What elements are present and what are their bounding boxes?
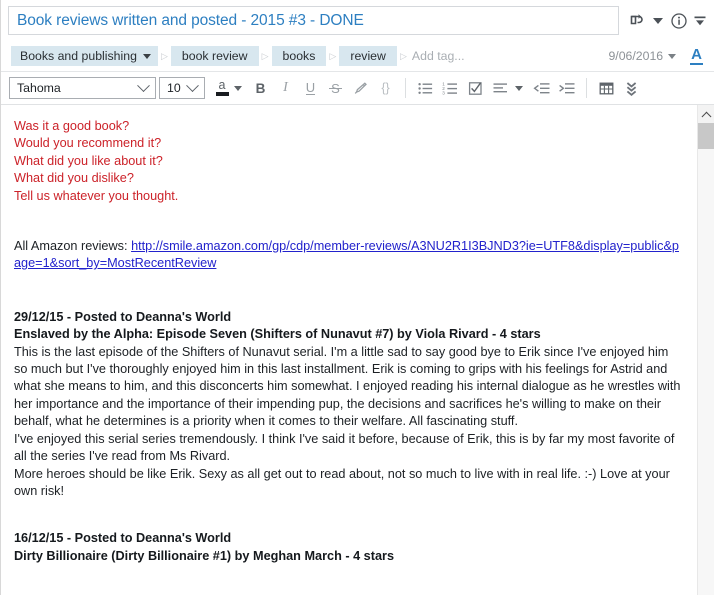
code-label: {} xyxy=(381,81,390,95)
table-icon[interactable] xyxy=(594,75,619,101)
toggle-formatting-bar-button[interactable]: A xyxy=(690,47,703,65)
code-block-button[interactable]: {} xyxy=(373,75,398,101)
note-title-input[interactable]: Book reviews written and posted - 2015 #… xyxy=(8,6,619,35)
tag-separator-icon: ▷ xyxy=(399,50,407,61)
text-color-swatch xyxy=(215,92,229,96)
note-title-row: Book reviews written and posted - 2015 #… xyxy=(1,0,714,41)
prompt-line: Was it a good book? xyxy=(14,119,130,133)
align-icon[interactable] xyxy=(488,75,513,101)
text-color-button[interactable]: a xyxy=(212,75,232,101)
review-title: Enslaved by the Alpha: Episode Seven (Sh… xyxy=(14,327,541,342)
note-title-actions xyxy=(619,6,708,35)
prompt-line: Tell us whatever you thought. xyxy=(14,188,179,203)
checkbox-list-icon[interactable] xyxy=(463,75,488,101)
bold-button[interactable]: B xyxy=(248,75,273,101)
font-family-value: Tahoma xyxy=(17,81,61,95)
note-date-text: 9/06/2016 xyxy=(608,49,664,63)
amazon-reviews-label: All Amazon reviews: xyxy=(14,239,132,254)
strikethrough-button[interactable]: S xyxy=(323,75,348,101)
indent-icon[interactable] xyxy=(554,75,579,101)
review-paragraph: This is the last episode of the Shifters… xyxy=(14,344,681,429)
share-dropdown-caret[interactable] xyxy=(650,8,666,34)
highlight-icon[interactable] xyxy=(348,75,373,101)
outdent-icon[interactable] xyxy=(529,75,554,101)
note-editor-window: Book reviews written and posted - 2015 #… xyxy=(0,0,714,595)
font-family-select[interactable]: Tahoma xyxy=(9,77,156,99)
font-size-value: 10 xyxy=(167,81,181,95)
review-date: 16/12/15 - Posted to Deanna's World xyxy=(14,531,232,546)
italic-label: I xyxy=(283,80,288,95)
share-note-icon[interactable] xyxy=(625,8,649,34)
note-content[interactable]: Was it a good book? Would you recommend … xyxy=(1,105,697,595)
underline-button[interactable]: U xyxy=(298,75,323,101)
underline-label: U xyxy=(305,80,316,95)
bold-label: B xyxy=(255,80,266,96)
more-formatting-icon[interactable] xyxy=(619,75,644,101)
chevron-down-icon xyxy=(142,53,151,59)
tag-separator-icon: ▷ xyxy=(261,50,269,61)
review-date: 29/12/15 - Posted to Deanna's World xyxy=(14,309,232,324)
note-date-selector[interactable]: 9/06/2016 xyxy=(608,49,677,63)
notebook-name: Books and publishing xyxy=(20,49,137,63)
chevron-up-icon xyxy=(701,111,711,122)
note-title-text: Book reviews written and posted - 2015 #… xyxy=(17,11,364,29)
prompt-line: Would you recommend it? xyxy=(14,136,162,151)
review-title: Dirty Billionaire (Dirty Billionaire #1)… xyxy=(14,548,395,563)
chevron-down-icon xyxy=(186,78,199,92)
tag-label: books xyxy=(282,49,316,63)
toolbar-divider xyxy=(405,78,406,98)
strikethrough-label: S xyxy=(329,80,342,96)
align-caret-icon[interactable] xyxy=(515,85,523,91)
note-info-icon[interactable] xyxy=(667,8,691,34)
svg-text:3: 3 xyxy=(442,90,445,95)
scrollbar-thumb[interactable] xyxy=(697,123,714,149)
more-options-caret[interactable] xyxy=(692,8,708,34)
tag-separator-icon: ▷ xyxy=(329,50,337,61)
tag-separator-icon: ▷ xyxy=(160,50,168,61)
notebook-selector[interactable]: Books and publishing xyxy=(11,46,158,66)
scroll-up-arrow-icon[interactable] xyxy=(697,105,714,123)
add-tag-input[interactable]: Add tag... xyxy=(410,49,465,63)
editor-scrollbar[interactable] xyxy=(697,105,714,595)
prompt-line: What did you like about it? xyxy=(14,153,163,168)
italic-button[interactable]: I xyxy=(273,75,298,101)
bullet-list-icon[interactable] xyxy=(413,75,438,101)
chevron-down-icon xyxy=(137,78,150,92)
tag-label: review xyxy=(350,49,386,63)
review-paragraph: More heroes should be like Erik. Sexy as… xyxy=(14,466,670,498)
chevron-down-icon xyxy=(668,53,677,59)
scrollbar-track[interactable] xyxy=(697,149,714,595)
text-color-letter: a xyxy=(218,78,226,93)
toolbar-divider xyxy=(586,78,587,98)
editor-area: Was it a good book? Would you recommend … xyxy=(1,105,714,595)
tag-chip-1[interactable]: book review xyxy=(170,46,259,66)
tag-chip-3[interactable]: review xyxy=(339,46,397,66)
amazon-reviews-line: All Amazon reviews: http://smile.amazon.… xyxy=(14,238,681,273)
tag-chip-2[interactable]: books xyxy=(271,46,327,66)
numbered-list-icon[interactable]: 1 2 3 xyxy=(438,75,463,101)
text-color-caret-icon[interactable] xyxy=(234,85,242,91)
review-paragraph: I've enjoyed this serial series tremendo… xyxy=(14,431,675,464)
tag-row: Books and publishing ▷ book review ▷ boo… xyxy=(1,41,714,72)
font-size-select[interactable]: 10 xyxy=(159,77,205,99)
formatting-toolbar: Tahoma 10 a B I U S {} 1 2 3 xyxy=(1,72,714,105)
tag-label: book review xyxy=(181,49,248,63)
prompt-line: What did you dislike? xyxy=(14,171,134,186)
